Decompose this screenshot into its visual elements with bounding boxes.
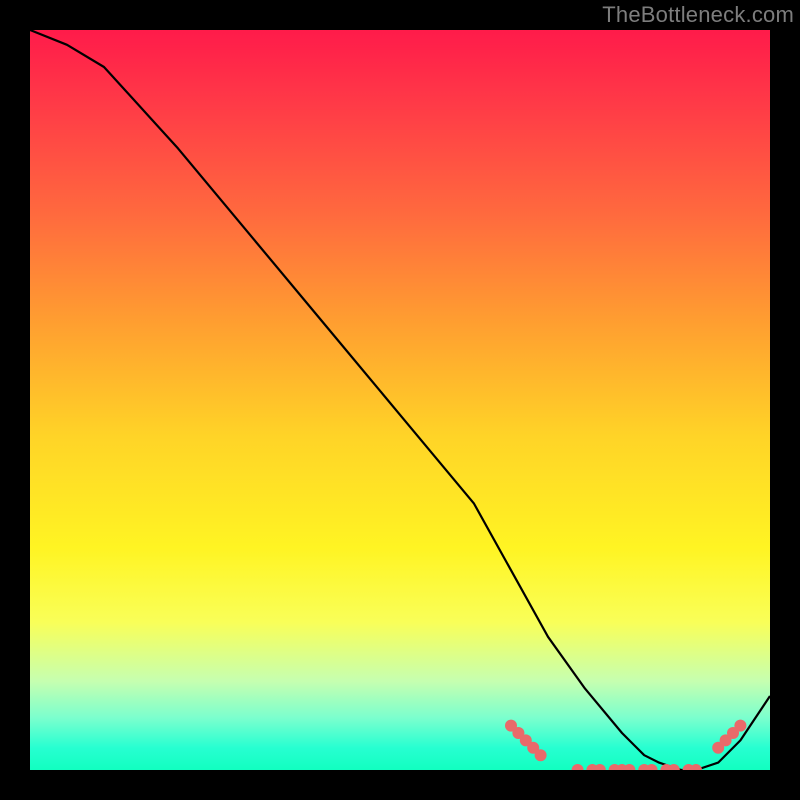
chart-frame: TheBottleneck.com — [0, 0, 800, 800]
data-marker — [683, 764, 695, 770]
data-marker — [520, 734, 532, 746]
data-marker — [535, 749, 547, 761]
watermark-text: TheBottleneck.com — [602, 2, 794, 28]
data-marker — [727, 727, 739, 739]
data-marker — [668, 764, 680, 770]
data-marker — [660, 764, 672, 770]
bottleneck-curve-line — [30, 30, 770, 770]
data-marker — [594, 764, 606, 770]
curve-svg — [30, 30, 770, 770]
data-marker — [646, 764, 658, 770]
data-marker — [690, 764, 702, 770]
plot-area — [30, 30, 770, 770]
data-marker — [586, 764, 598, 770]
data-marker — [720, 734, 732, 746]
data-marker — [623, 764, 635, 770]
data-marker — [527, 742, 539, 754]
data-marker — [638, 764, 650, 770]
data-marker — [505, 720, 517, 732]
data-marker — [734, 720, 746, 732]
marker-group — [505, 720, 746, 770]
data-marker — [616, 764, 628, 770]
data-marker — [512, 727, 524, 739]
data-marker — [609, 764, 621, 770]
data-marker — [572, 764, 584, 770]
data-marker — [712, 742, 724, 754]
